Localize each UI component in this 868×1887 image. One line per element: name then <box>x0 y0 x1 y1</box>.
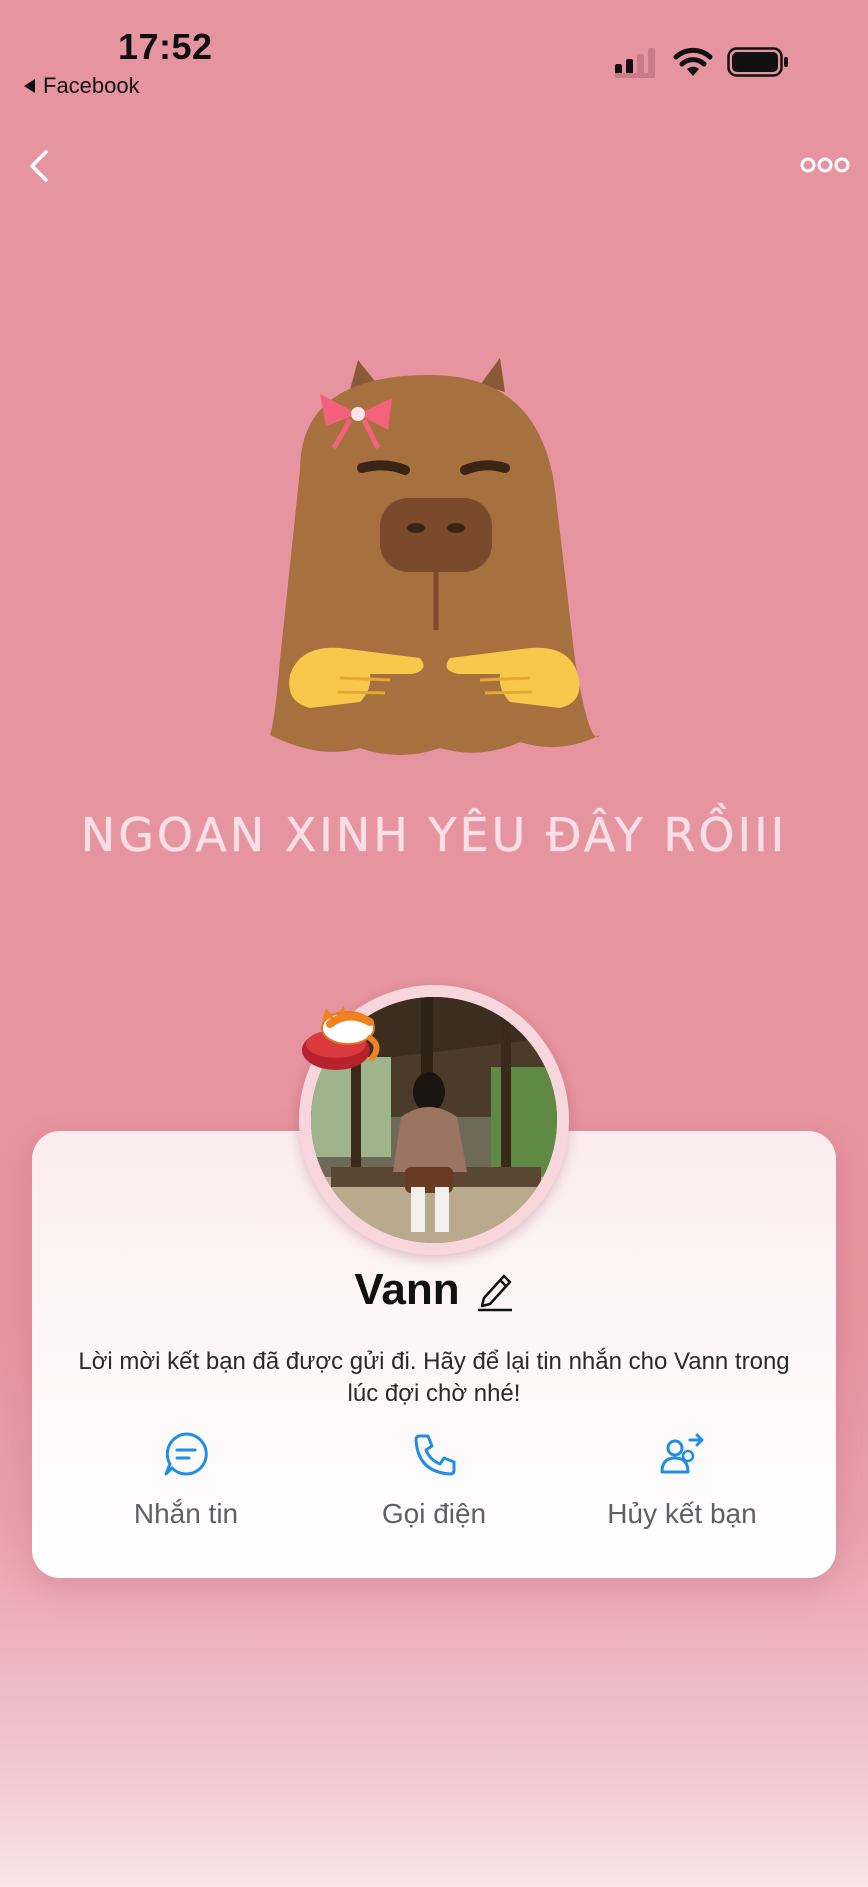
back-arrow-icon[interactable] <box>24 146 56 186</box>
sleeping-cat-sticker-icon <box>302 1006 380 1070</box>
back-triangle-icon <box>24 79 35 93</box>
cancel-friend-icon <box>660 1433 704 1474</box>
name-row: Vann <box>0 1265 868 1315</box>
edit-pencil-icon[interactable] <box>476 1268 514 1312</box>
call-button-label: Gọi điện <box>381 1498 487 1529</box>
back-to-app-label: Facebook <box>43 73 140 98</box>
profile-name: Vann <box>354 1265 460 1314</box>
status-bar: 17:52 Facebook <box>0 0 868 105</box>
status-time: 17:52 <box>118 26 213 67</box>
back-to-facebook-link[interactable]: Facebook <box>24 73 140 99</box>
friend-request-message: Lời mời kết bạn đã được gửi đi. Hãy để l… <box>78 1348 790 1407</box>
message-button-label: Nhắn tin <box>133 1498 239 1529</box>
more-options-icon[interactable] <box>800 152 850 178</box>
battery-icon <box>727 47 788 77</box>
cover-illustration <box>270 358 600 755</box>
message-button[interactable]: Nhắn tin <box>62 1430 310 1560</box>
cancel-friend-button-label: Hủy kết bạn <box>607 1498 757 1529</box>
cellular-signal-icon <box>615 48 655 78</box>
profile-actions: Nhắn tin Gọi điện Hủy kết bạn <box>62 1430 806 1560</box>
call-button[interactable]: Gọi điện <box>310 1430 558 1560</box>
wifi-icon <box>673 47 713 76</box>
cover-caption: NGOAN XINH YÊU ĐÂY RỒIII <box>80 808 788 862</box>
phone-icon <box>414 1434 456 1476</box>
cancel-friend-request-button[interactable]: Hủy kết bạn <box>558 1430 806 1560</box>
chat-icon <box>164 1432 208 1476</box>
